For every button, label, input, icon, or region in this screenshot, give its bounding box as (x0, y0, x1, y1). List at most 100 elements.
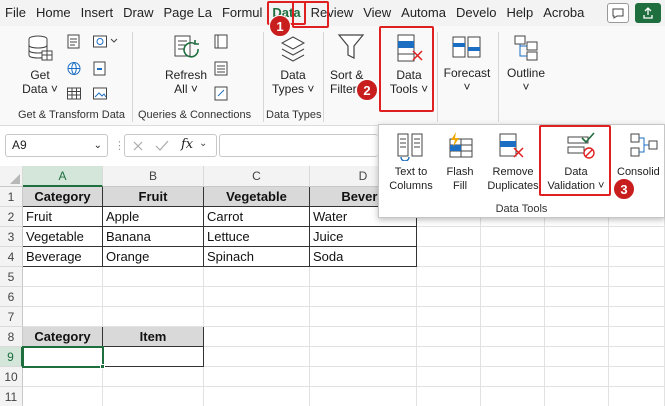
tab-view[interactable]: View (358, 0, 396, 26)
cell[interactable]: Category (23, 327, 103, 347)
select-all[interactable] (0, 166, 23, 187)
name-box[interactable]: A9 ⌄ (5, 134, 108, 157)
tab-file[interactable]: File (0, 0, 31, 26)
existing-connections-icon[interactable] (92, 61, 108, 76)
cell[interactable] (545, 267, 609, 287)
cell[interactable] (609, 347, 665, 367)
cell[interactable]: Carrot (204, 207, 310, 227)
row-header[interactable]: 2 (0, 207, 23, 227)
cell[interactable] (609, 227, 665, 247)
row-header[interactable]: 10 (0, 367, 23, 387)
tab-insert[interactable]: Insert (76, 0, 119, 26)
cell[interactable] (204, 367, 310, 387)
cell[interactable] (310, 387, 417, 406)
text-to-columns-button[interactable]: Text to Columns (385, 165, 437, 193)
cell[interactable] (310, 327, 417, 347)
cell[interactable] (545, 287, 609, 307)
row-header[interactable]: 11 (0, 387, 23, 406)
row-header[interactable]: 9 (0, 347, 23, 367)
edit-links-icon[interactable] (213, 86, 229, 101)
cell[interactable] (103, 307, 204, 327)
cell[interactable] (417, 227, 481, 247)
get-data-button[interactable]: Get Data ˅ (22, 68, 58, 96)
cell[interactable] (310, 267, 417, 287)
outline-button[interactable]: Outline ˅ (504, 66, 548, 94)
cell[interactable] (481, 287, 545, 307)
cell[interactable] (609, 387, 665, 406)
cell[interactable]: Apple (103, 207, 204, 227)
cell[interactable] (609, 247, 665, 267)
cell[interactable] (545, 367, 609, 387)
share-icon[interactable] (635, 3, 661, 23)
cell[interactable] (545, 227, 609, 247)
cell[interactable] (545, 307, 609, 327)
col-header-b[interactable]: B (103, 166, 204, 187)
cell[interactable] (609, 267, 665, 287)
from-picture-icon[interactable] (92, 86, 108, 101)
cell[interactable] (310, 347, 417, 367)
forecast-button[interactable]: Forecast ˅ (442, 66, 492, 94)
cell[interactable] (103, 387, 204, 406)
cell[interactable]: Vegetable (23, 227, 103, 247)
cell[interactable] (417, 247, 481, 267)
cell[interactable]: Orange (103, 247, 204, 267)
row-header[interactable]: 5 (0, 267, 23, 287)
cell[interactable]: Vegetable (204, 187, 310, 207)
cell[interactable] (204, 267, 310, 287)
cell[interactable] (310, 287, 417, 307)
cell[interactable] (23, 287, 103, 307)
cell[interactable]: Spinach (204, 247, 310, 267)
queries-connections-icon[interactable] (213, 34, 229, 49)
cell[interactable]: Juice (310, 227, 417, 247)
cell[interactable]: Soda (310, 247, 417, 267)
cell[interactable] (545, 247, 609, 267)
enter-icon[interactable] (155, 140, 169, 152)
cell[interactable] (609, 287, 665, 307)
tab-draw[interactable]: Draw (118, 0, 158, 26)
cell[interactable]: Beverage (23, 247, 103, 267)
cell[interactable] (204, 387, 310, 406)
cell[interactable] (609, 307, 665, 327)
cell[interactable] (204, 327, 310, 347)
cell[interactable]: Item (103, 327, 204, 347)
from-table-icon[interactable] (66, 86, 82, 101)
row-header[interactable]: 7 (0, 307, 23, 327)
cell[interactable] (103, 347, 204, 367)
cell[interactable] (481, 307, 545, 327)
cell[interactable] (609, 367, 665, 387)
insert-function-icon[interactable]: fx (181, 137, 193, 152)
properties-icon[interactable] (213, 61, 229, 76)
cell[interactable] (545, 387, 609, 406)
refresh-all-button[interactable]: Refresh All ˅ (164, 68, 208, 96)
cell[interactable] (204, 347, 310, 367)
cell[interactable] (417, 287, 481, 307)
cell[interactable] (23, 367, 103, 387)
row-header[interactable]: 3 (0, 227, 23, 247)
tab-home[interactable]: Home (31, 0, 76, 26)
cancel-icon[interactable] (132, 140, 144, 152)
cell[interactable] (204, 307, 310, 327)
col-header-c[interactable]: C (204, 166, 310, 187)
cell[interactable] (481, 367, 545, 387)
cell[interactable] (23, 387, 103, 406)
cell[interactable] (310, 367, 417, 387)
cell[interactable] (481, 327, 545, 347)
cell[interactable] (545, 327, 609, 347)
cell[interactable] (417, 367, 481, 387)
tab-developer[interactable]: Develo (451, 0, 501, 26)
row-header[interactable]: 4 (0, 247, 23, 267)
cell[interactable] (103, 287, 204, 307)
tab-acrobat[interactable]: Acroba (538, 0, 589, 26)
cell[interactable] (103, 267, 204, 287)
cell[interactable] (23, 307, 103, 327)
cell[interactable] (545, 347, 609, 367)
cell[interactable]: Category (23, 187, 103, 207)
cell[interactable] (103, 367, 204, 387)
flash-fill-button[interactable]: Flash Fill (439, 165, 481, 193)
cell[interactable] (23, 267, 103, 287)
cell[interactable] (481, 387, 545, 406)
tab-automate[interactable]: Automa (396, 0, 451, 26)
row-header[interactable]: 6 (0, 287, 23, 307)
cell[interactable]: Banana (103, 227, 204, 247)
tab-page-layout[interactable]: Page La (159, 0, 217, 26)
